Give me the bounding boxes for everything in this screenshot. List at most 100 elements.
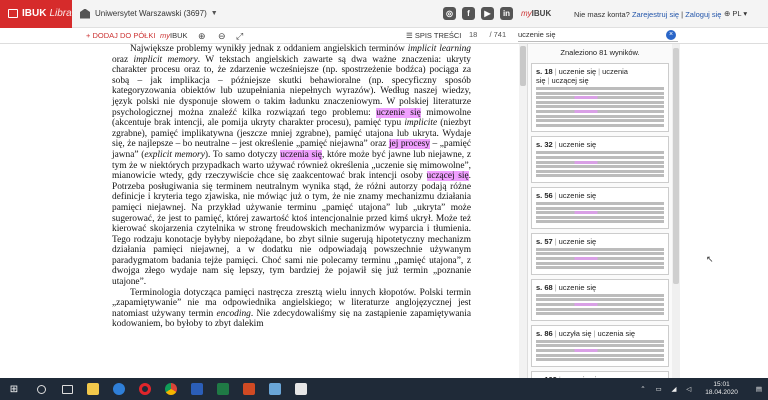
result-term: uczenie się bbox=[558, 67, 597, 76]
mouse-cursor-icon: ↖ bbox=[706, 254, 714, 264]
result-term: uczenie się bbox=[558, 282, 597, 292]
page-number-input[interactable]: 18 bbox=[469, 30, 477, 39]
myibuk-toolbar-label: IBUK bbox=[170, 31, 188, 40]
plus-icon: + bbox=[86, 31, 91, 40]
clear-search-icon[interactable]: × bbox=[666, 30, 676, 40]
myibuk-toolbar-prefix: my bbox=[160, 31, 170, 40]
result-header: s. 32 | uczenie się bbox=[536, 140, 664, 149]
result-term: uczenie się bbox=[558, 190, 597, 200]
logo-subtitle: Libra bbox=[49, 8, 72, 19]
edge-icon[interactable] bbox=[106, 378, 132, 400]
list-icon: ☰ bbox=[406, 31, 413, 40]
search-result-card[interactable]: s. 86 | uczyła się | uczenia się bbox=[531, 324, 669, 367]
account-separator: | bbox=[681, 10, 684, 19]
result-page-preview bbox=[536, 201, 664, 224]
youtube-icon[interactable]: ▶ bbox=[481, 7, 494, 20]
result-header: s. 56 | uczenie się bbox=[536, 191, 664, 200]
result-page: s. 18 bbox=[536, 67, 553, 76]
result-term: uczyła się bbox=[558, 328, 592, 338]
search-result-card[interactable]: s. 32 | uczenie się bbox=[531, 136, 669, 183]
facebook-icon[interactable]: f bbox=[462, 7, 475, 20]
tray-icons[interactable]: ⌃ ▭ ◢ ◁ bbox=[640, 385, 695, 393]
search-input[interactable]: uczenie się × bbox=[518, 30, 678, 42]
search-result-card[interactable]: s. 68 | uczenie się bbox=[531, 278, 669, 321]
search-value: uczenie się bbox=[518, 30, 556, 39]
result-page-preview bbox=[536, 293, 664, 316]
language-label: PL bbox=[732, 9, 742, 18]
system-tray: ⌃ ▭ ◢ ◁ 15:01 18.04.2020 ▤ bbox=[640, 378, 768, 400]
result-header: s. 68 | uczenie się bbox=[536, 283, 664, 292]
chevron-down-icon: ▼ bbox=[210, 10, 218, 17]
result-separator: | bbox=[593, 328, 596, 338]
chrome-icon[interactable] bbox=[158, 378, 184, 400]
zoom-in-icon[interactable]: ⊕ bbox=[198, 31, 206, 42]
fullscreen-icon[interactable]: ⤢ bbox=[236, 31, 243, 42]
result-separator: | bbox=[554, 282, 557, 292]
page-total: / 741 bbox=[489, 30, 507, 39]
text-segment: Największe problemy wynikły jednak z odd… bbox=[130, 44, 408, 54]
search-result-card[interactable]: s. 102|uczenie się bbox=[531, 370, 669, 378]
search-result-card[interactable]: s. 57 | uczenie się bbox=[531, 232, 669, 275]
instagram-icon[interactable]: ◎ bbox=[443, 7, 456, 20]
chevron-down-icon: ▾ bbox=[743, 9, 748, 18]
text-segment: implicite bbox=[404, 118, 438, 129]
result-separator: | bbox=[554, 190, 557, 200]
word-icon[interactable] bbox=[184, 378, 210, 400]
reader-area: Największe problemy wynikły jednak z odd… bbox=[0, 44, 768, 378]
page-scrollbar[interactable] bbox=[519, 44, 527, 378]
search-result-card[interactable]: s. 56 | uczenie się bbox=[531, 186, 669, 229]
result-separator: | bbox=[598, 67, 601, 76]
toc-label: SPIS TREŚCI bbox=[414, 31, 462, 40]
search-results-panel: Znaleziono 81 wyników. s. 18 | uczenie się… bbox=[527, 44, 672, 378]
windows-start-icon[interactable]: ⊞ bbox=[0, 378, 28, 400]
text-segment: explicit memory bbox=[144, 149, 205, 160]
account-links: Nie masz konta? Zarejestruj się | Zalogu… bbox=[574, 10, 721, 19]
institution-selector[interactable]: Uniwersytet Warszawski (3697) ▼ bbox=[80, 8, 218, 19]
result-separator: | bbox=[554, 67, 557, 76]
zoom-out-icon[interactable]: ⊖ bbox=[218, 31, 226, 42]
file-explorer-icon[interactable] bbox=[80, 378, 106, 400]
app-icon[interactable] bbox=[262, 378, 288, 400]
results-scrollbar[interactable] bbox=[672, 44, 680, 378]
register-link[interactable]: Zarejestruj się bbox=[632, 10, 679, 19]
no-account-text: Nie masz konta? bbox=[574, 10, 630, 19]
language-selector[interactable]: ⊕ PL ▾ bbox=[724, 9, 747, 18]
page-scrollbar-thumb[interactable] bbox=[520, 46, 526, 86]
opera-icon[interactable] bbox=[132, 378, 158, 400]
task-view-icon[interactable] bbox=[54, 378, 80, 400]
clock[interactable]: 15:01 18.04.2020 bbox=[705, 381, 738, 397]
result-page: s. 86 bbox=[536, 328, 553, 338]
linkedin-icon[interactable]: in bbox=[500, 7, 513, 20]
myibuk-link[interactable]: myIBUK bbox=[521, 9, 551, 18]
institution-name: Uniwersytet Warszawski (3697) bbox=[95, 9, 207, 18]
result-header: s. 18 | uczenie się | uczenia się | uczącej si… bbox=[536, 67, 664, 85]
search-icon[interactable] bbox=[28, 378, 54, 400]
search-result-card[interactable]: s. 18 | uczenie się | uczenia się | uczącej si… bbox=[531, 63, 669, 133]
building-icon bbox=[80, 8, 90, 19]
ibuk-logo[interactable]: IBUK Libra bbox=[0, 0, 72, 28]
app-icon-2[interactable] bbox=[288, 378, 314, 400]
page-navigator: 18 / 741 bbox=[469, 30, 506, 39]
add-to-shelf-label: DODAJ DO PÓŁKI bbox=[92, 31, 156, 40]
result-term: uczenia się bbox=[597, 328, 636, 338]
result-separator: | bbox=[554, 328, 557, 338]
results-list: s. 18 | uczenie się | uczenia się | uczącej si… bbox=[528, 63, 672, 378]
globe-icon: ⊕ bbox=[724, 9, 731, 18]
notifications-icon[interactable]: ▤ bbox=[756, 385, 762, 393]
add-to-shelf-button[interactable]: + DODAJ DO PÓŁKI bbox=[86, 31, 155, 40]
powerpoint-icon[interactable] bbox=[236, 378, 262, 400]
login-link[interactable]: Zaloguj się bbox=[685, 10, 721, 19]
text-segment: ). To samo dotyczy bbox=[204, 149, 281, 160]
myibuk-toolbar-link[interactable]: myIBUK bbox=[160, 31, 188, 40]
excel-icon[interactable] bbox=[210, 378, 236, 400]
results-scrollbar-thumb[interactable] bbox=[673, 48, 679, 284]
book-paragraph: Największe problemy wynikły jednak z odd… bbox=[112, 44, 471, 288]
result-term: uczenie się bbox=[558, 140, 597, 150]
result-separator: | bbox=[554, 236, 557, 246]
windows-taskbar: ⊞ ⌃ ▭ ◢ ◁ 15:01 18.04.2020 ▤ bbox=[0, 378, 768, 400]
search-highlight: uczenie się bbox=[376, 107, 421, 118]
result-page-preview bbox=[536, 87, 664, 127]
book-paragraph: Terminologia dotycząca pamięci nastręcza… bbox=[112, 288, 471, 330]
result-page-preview bbox=[536, 151, 664, 178]
table-of-contents-button[interactable]: ☰ SPIS TREŚCI bbox=[406, 31, 461, 40]
